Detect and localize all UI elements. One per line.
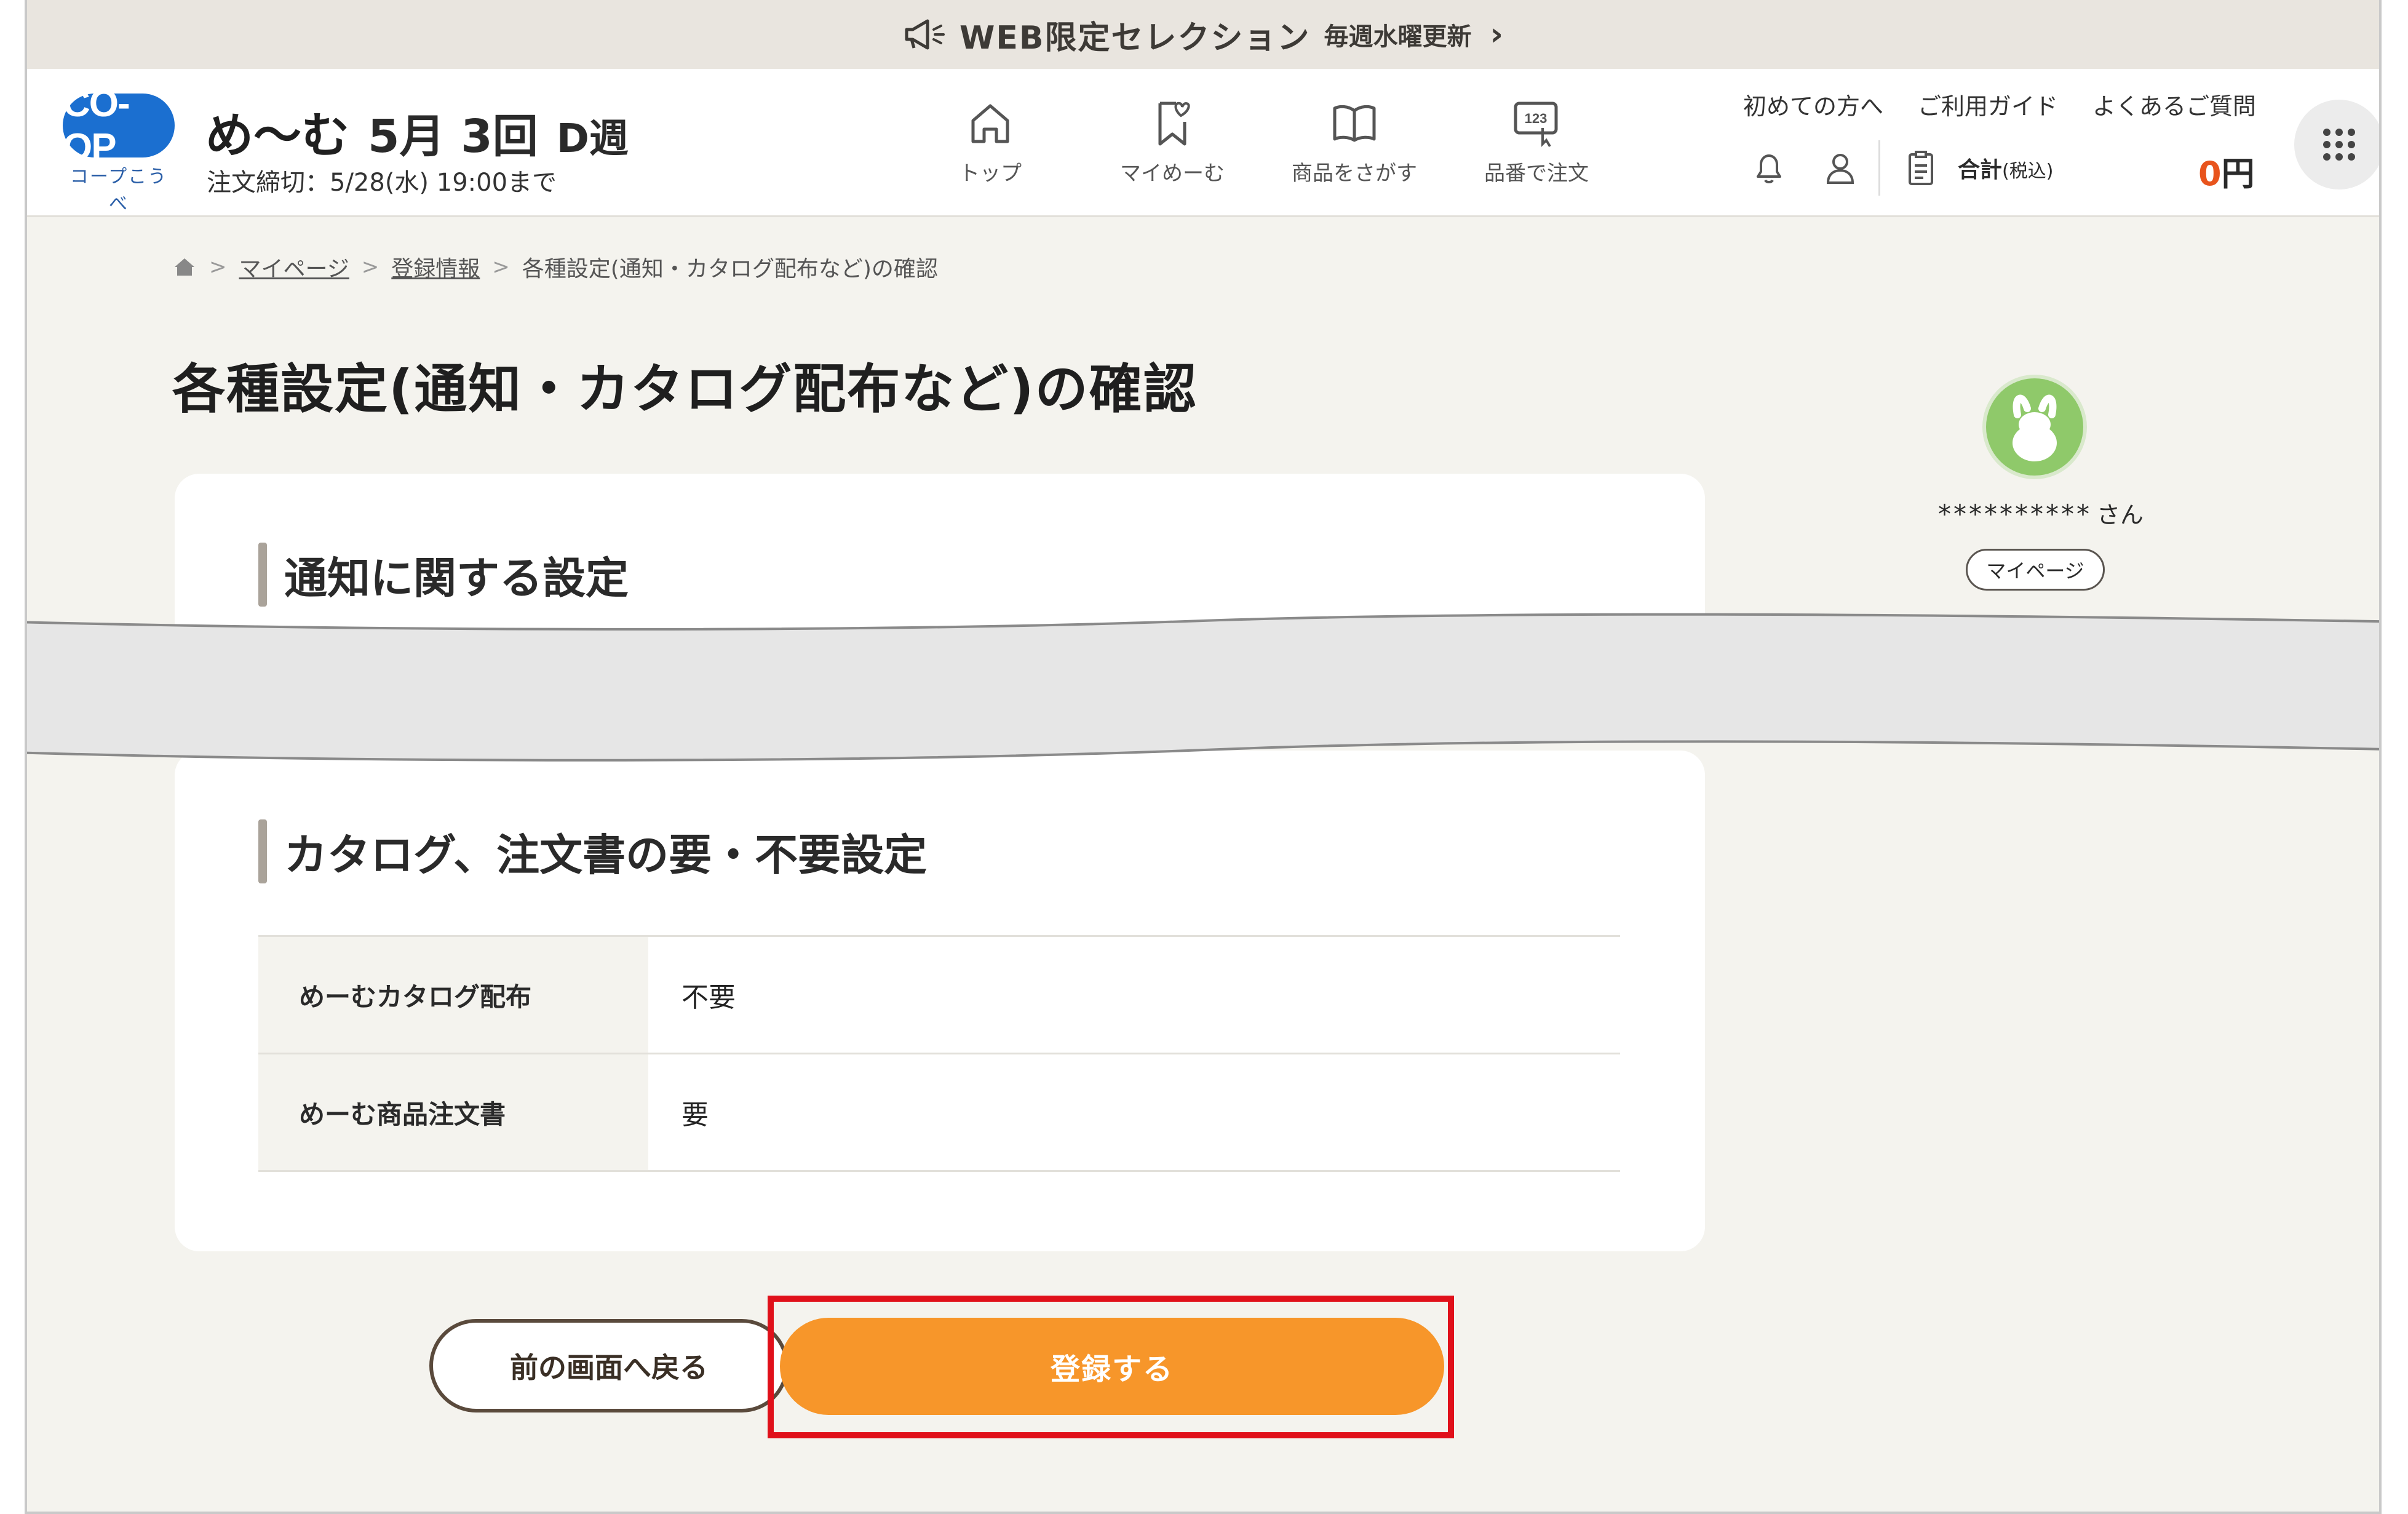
table-row: めーむ商品注文書 要: [258, 1053, 1620, 1172]
chevron-right-icon: ›: [1490, 16, 1503, 53]
user-name: ********** さん: [1937, 499, 2144, 529]
order-deadline: 注文締切：5/28(水) 19:00まで: [207, 169, 557, 197]
bell-icon[interactable]: [1749, 148, 1789, 188]
section-heading: カタログ、注文書の要・不要設定: [258, 819, 927, 883]
table-row: めーむカタログ配布 不要: [258, 935, 1620, 1054]
breadcrumb-separator: >: [209, 255, 227, 279]
week-label: D週: [556, 116, 629, 162]
catalog-settings-card: カタログ、注文書の要・不要設定 めーむカタログ配布 不要 めーむ商品注文書 要: [175, 751, 1705, 1251]
nav-label: トップ: [959, 161, 1022, 186]
row-label: めーむ商品注文書: [258, 1053, 648, 1172]
book-icon: [1333, 105, 1376, 142]
bookmark-heart-icon: [1158, 102, 1190, 146]
row-label: めーむカタログ配布: [258, 935, 648, 1054]
back-button[interactable]: 前の画面へ戻る: [429, 1319, 789, 1412]
cart-total-label: 合計(税込): [1958, 157, 2054, 183]
header-tools: 合計(税込): [1749, 140, 2053, 196]
breadcrumb-mypage[interactable]: マイページ: [239, 251, 349, 283]
nav-top[interactable]: トップ: [899, 97, 1081, 186]
site-header: CO-OP コープこうべ め〜む 5月 3回 D週 注文締切：5/28(水) 1…: [27, 69, 2379, 217]
promo-banner[interactable]: WEB限定セレクション 毎週水曜更新 ›: [27, 0, 2379, 69]
section-heading: 通知に関する設定: [258, 543, 629, 607]
logo-subtitle: コープこうべ: [70, 166, 168, 215]
highlight-box: [768, 1296, 1454, 1438]
breadcrumb-current: 各種設定(通知・カタログ配布など)の確認: [522, 257, 938, 282]
link-faq[interactable]: よくあるご質問: [2092, 87, 2256, 121]
row-value: 要: [648, 1053, 1620, 1172]
link-guide[interactable]: ご利用ガイド: [1918, 87, 2058, 121]
settings-table: めーむカタログ配布 不要 めーむ商品注文書 要: [258, 935, 1620, 1172]
page-title: 各種設定(通知・カタログ配布など)の確認: [172, 359, 1198, 420]
omission-strip: [27, 613, 2379, 762]
page-frame: WEB限定セレクション 毎週水曜更新 › CO-OP コープこうべ め〜む 5月…: [25, 0, 2382, 1514]
cart-total-value: 0円: [2198, 154, 2255, 193]
nav-search-products[interactable]: 商品をさがす: [1263, 97, 1445, 186]
nav-label: 品番で注文: [1484, 161, 1589, 186]
coop-logo[interactable]: CO-OP コープこうべ: [63, 82, 175, 215]
promo-subtitle: 毎週水曜更新: [1324, 23, 1472, 51]
breadcrumb-registration[interactable]: 登録情報: [391, 251, 480, 283]
svg-text:123: 123: [1525, 111, 1548, 126]
section-title: 通知に関する設定: [284, 552, 629, 604]
app-menu-button[interactable]: [2294, 100, 2379, 189]
number-keypad-icon: 123: [1514, 102, 1558, 148]
section-title: カタログ、注文書の要・不要設定: [284, 829, 928, 880]
nav-order-by-number[interactable]: 123 品番で注文: [1445, 97, 1627, 186]
main-nav: トップ マイめーむ 商品をさがす 123 品番で注文: [899, 97, 1627, 186]
breadcrumb: > マイページ > 登録情報 > 各種設定(通知・カタログ配布など)の確認: [172, 251, 938, 283]
breadcrumb-separator: >: [492, 255, 510, 279]
megaphone-icon: [905, 19, 945, 50]
nav-my-meemu[interactable]: マイめーむ: [1081, 97, 1263, 186]
row-value: 不要: [648, 935, 1620, 1054]
nav-label: 商品をさがす: [1292, 161, 1417, 186]
clipboard-icon[interactable]: [1901, 148, 1941, 188]
grid-icon: [2323, 129, 2355, 161]
nav-label: マイめーむ: [1120, 161, 1225, 186]
promo-title: WEB限定セレクション: [960, 19, 1311, 57]
heading-bar: [258, 819, 267, 883]
user-icon[interactable]: [1821, 148, 1860, 188]
brand-name: め〜む: [205, 108, 350, 164]
home-icon[interactable]: [172, 255, 197, 279]
breadcrumb-separator: >: [361, 255, 379, 279]
divider: [1878, 140, 1880, 196]
avatar: [1982, 375, 2087, 479]
home-icon: [971, 104, 1009, 143]
heading-bar: [258, 543, 267, 607]
link-first-time[interactable]: 初めての方へ: [1743, 87, 1883, 121]
mypage-button[interactable]: マイページ: [1966, 549, 2105, 591]
round-label: 5月 3回: [368, 110, 538, 163]
order-round: め〜む 5月 3回 D週: [205, 97, 629, 166]
logo-mark: CO-OP: [63, 82, 175, 169]
utility-links: 初めての方へ ご利用ガイド よくあるご質問: [1743, 87, 2256, 121]
